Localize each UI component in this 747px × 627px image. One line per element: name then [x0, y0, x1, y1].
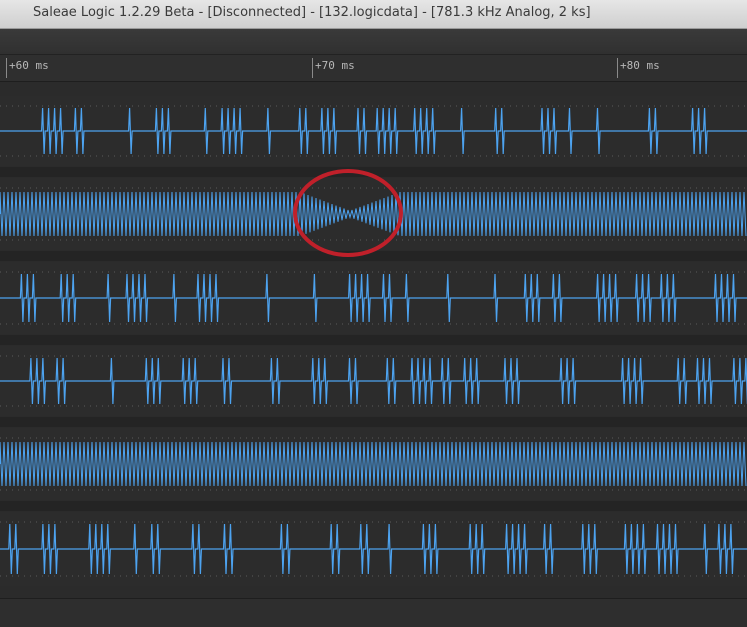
ruler-tick-label: +60 ms	[9, 59, 49, 72]
waveform-trace	[0, 355, 747, 407]
time-ruler[interactable]: +60 ms +70 ms +80 ms	[0, 55, 747, 82]
window-title: Saleae Logic 1.2.29 Beta - [Disconnected…	[33, 5, 591, 20]
ruler-tick	[6, 58, 7, 78]
waveform-trace	[0, 437, 747, 491]
waveform-trace	[0, 271, 747, 325]
bottom-bar	[0, 598, 747, 627]
ruler-tick-label: +70 ms	[315, 59, 355, 72]
analog-channel-3[interactable]	[0, 346, 747, 416]
waveform-trace	[0, 105, 747, 157]
channel-separator	[0, 501, 747, 511]
ruler-tick-label: +80 ms	[620, 59, 660, 72]
waveform-trace	[0, 187, 747, 241]
analog-channel-5[interactable]	[0, 512, 747, 586]
ruler-tick	[617, 58, 618, 78]
ruler-tick	[312, 58, 313, 78]
analog-channel-2[interactable]	[0, 262, 747, 334]
logic-analyzer-window: Saleae Logic 1.2.29 Beta - [Disconnected…	[0, 0, 747, 627]
channel-separator	[0, 251, 747, 261]
channel-separator	[0, 417, 747, 427]
waveform-trace	[0, 521, 747, 577]
analog-channel-1[interactable]	[0, 178, 747, 250]
channel-separator	[0, 167, 747, 177]
toolbar-strip	[0, 29, 747, 55]
title-bar: Saleae Logic 1.2.29 Beta - [Disconnected…	[0, 0, 747, 29]
channel-separator	[0, 335, 747, 345]
channel-area[interactable]	[0, 82, 747, 602]
analog-channel-4[interactable]	[0, 428, 747, 500]
analog-channel-0[interactable]	[0, 96, 747, 166]
